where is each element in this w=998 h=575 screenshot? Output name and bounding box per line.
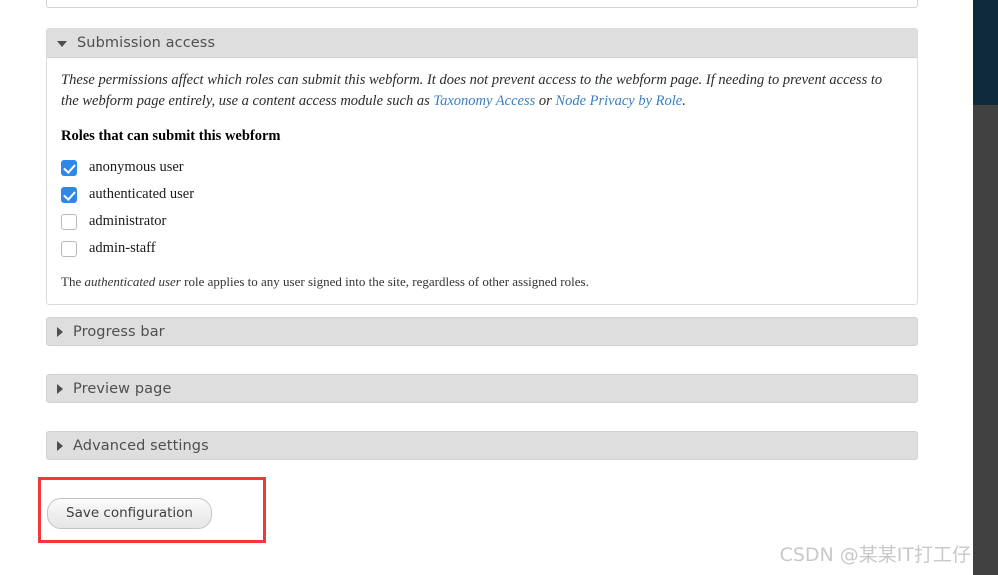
checkbox-label-administrator[interactable]: administrator	[89, 213, 166, 230]
screenshot-root: Submission access These permissions affe…	[0, 0, 998, 575]
submission-access-header[interactable]: Submission access	[47, 29, 917, 58]
checkbox-anonymous-user[interactable]	[61, 159, 77, 176]
role-checkbox-row[interactable]: administrator	[61, 208, 903, 235]
progress-bar-title: Progress bar	[73, 323, 165, 340]
submission-access-description: These permissions affect which roles can…	[61, 70, 893, 112]
node-privacy-by-role-link[interactable]: Node Privacy by Role	[555, 93, 682, 109]
checkbox-label-authenticated-user[interactable]: authenticated user	[89, 186, 194, 203]
advanced-settings-panel-header[interactable]: Advanced settings	[46, 431, 918, 460]
checkbox-admin-staff[interactable]	[61, 240, 77, 257]
advanced-settings-title: Advanced settings	[73, 437, 209, 454]
note-prefix: The	[61, 274, 85, 289]
chevron-right-icon	[57, 383, 63, 394]
roles-fieldset-label: Roles that can submit this webform	[61, 128, 281, 144]
csdn-watermark: CSDN @某某IT打工仔	[779, 544, 971, 566]
preview-page-panel-header[interactable]: Preview page	[46, 374, 918, 403]
save-configuration-button[interactable]: Save configuration	[47, 498, 212, 529]
preview-page-title: Preview page	[73, 380, 172, 397]
authenticated-user-note: The authenticated user role applies to a…	[61, 274, 903, 290]
chevron-right-icon	[57, 326, 63, 337]
chevron-down-icon	[57, 41, 67, 47]
submission-access-body: These permissions affect which roles can…	[47, 58, 917, 304]
note-emphasis: authenticated user	[84, 274, 181, 289]
chevron-right-icon	[57, 440, 63, 451]
browser-chrome-rail-bottom	[973, 105, 998, 575]
description-text-mid: or	[535, 93, 556, 109]
browser-chrome-rail-top	[973, 0, 998, 105]
checkbox-authenticated-user[interactable]	[61, 186, 77, 203]
checkbox-label-admin-staff[interactable]: admin-staff	[89, 240, 156, 257]
role-checkbox-row[interactable]: authenticated user	[61, 181, 903, 208]
main-content-column: Submission access These permissions affe…	[0, 0, 973, 575]
checkbox-label-anonymous-user[interactable]: anonymous user	[89, 159, 184, 176]
description-text-end: .	[682, 93, 686, 109]
role-checkbox-row[interactable]: admin-staff	[61, 235, 903, 262]
taxonomy-access-link[interactable]: Taxonomy Access	[433, 93, 535, 109]
submission-access-title: Submission access	[77, 35, 216, 51]
checkbox-administrator[interactable]	[61, 213, 77, 230]
role-checkbox-row[interactable]: anonymous user	[61, 154, 903, 181]
previous-panel-partial	[46, 0, 918, 8]
progress-bar-panel-header[interactable]: Progress bar	[46, 317, 918, 346]
submission-access-panel: Submission access These permissions affe…	[46, 28, 918, 305]
note-suffix: role applies to any user signed into the…	[180, 274, 589, 289]
